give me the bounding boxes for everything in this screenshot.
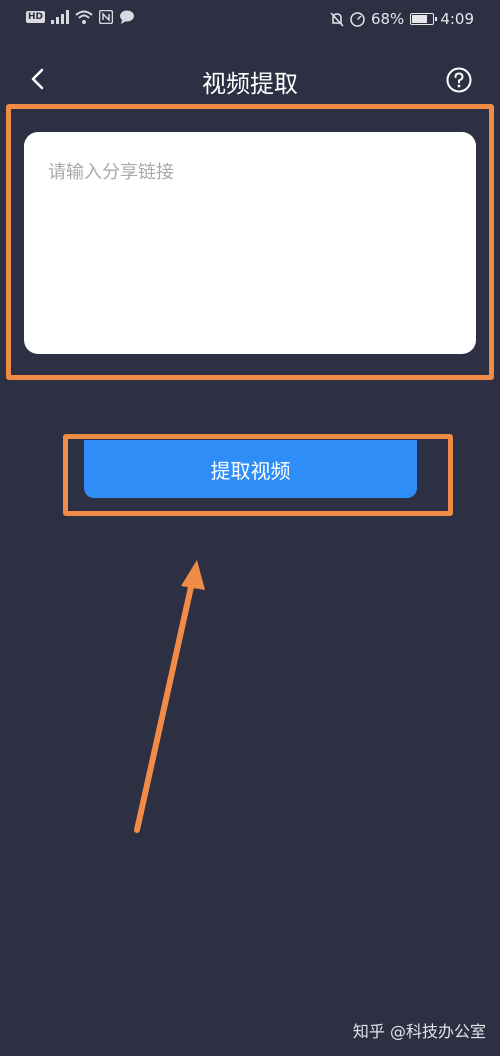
share-link-input[interactable] — [24, 132, 476, 354]
nfc-icon — [99, 10, 114, 24]
page-title: 视频提取 — [202, 70, 298, 98]
battery-fill — [412, 15, 428, 23]
signal-icon — [51, 10, 70, 24]
battery-percent: 68% — [370, 10, 405, 28]
status-right: 68% 4:09 — [330, 10, 474, 28]
hd-badge: HD — [26, 11, 46, 23]
nav-bar: 视频提取 — [0, 52, 500, 108]
chat-bubble-icon — [119, 10, 135, 24]
wifi-icon — [75, 10, 93, 24]
extract-video-button[interactable]: 提取视频 — [84, 440, 417, 498]
status-time: 4:09 — [440, 10, 474, 28]
help-circle-icon[interactable] — [446, 67, 472, 93]
speed-gauge-icon — [350, 11, 365, 27]
status-bar: HD 68% 4:09 — [0, 0, 500, 42]
battery-icon — [410, 13, 438, 25]
status-left: HD — [26, 10, 135, 24]
bell-muted-icon — [330, 11, 344, 27]
watermark: 知乎 @科技办公室 — [352, 1022, 486, 1041]
